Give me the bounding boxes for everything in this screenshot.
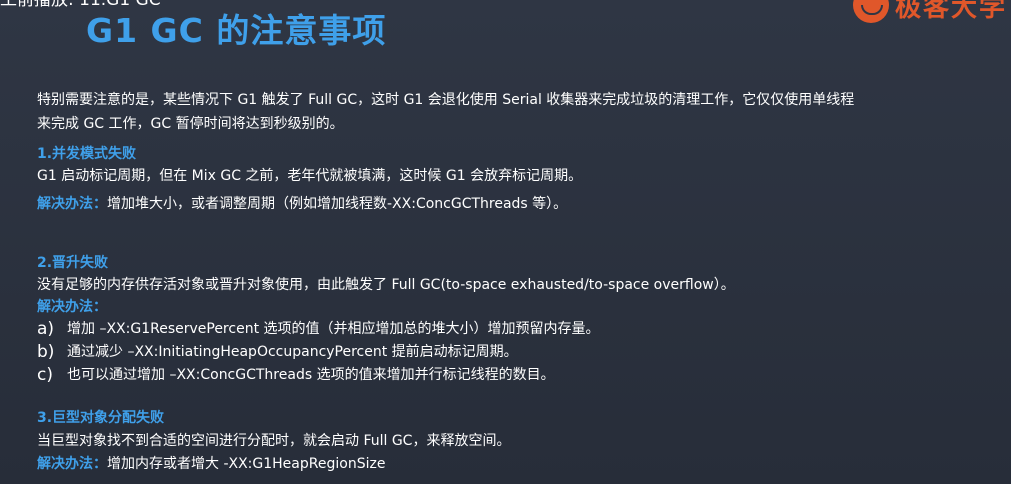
list-item-text: 增加 –XX:G1ReservePercent 选项的值（并相应增加总的堆大小）… [67, 321, 600, 337]
section-1-solution: 解决办法：增加堆大小，或者调整周期（例如增加线程数-XX:ConcGCThrea… [37, 193, 567, 216]
slide-title: G1 GC 的注意事项 [86, 11, 387, 50]
brand-logo-icon [852, 0, 889, 23]
brand: 极客大学 [852, 0, 1007, 23]
section-2-solution-label: 解决办法： [37, 299, 107, 315]
solution-text: 增加内存或者增大 -XX:G1HeapRegionSize [107, 456, 386, 472]
section-2-description: 没有足够的内存供存活对象或晋升对象使用，由此触发了 Full GC(to-spa… [37, 277, 735, 293]
section-3-description: 当巨型对象找不到合适的空间进行分配时，就会启动 Full GC，来释放空间。 [37, 433, 511, 449]
list-item: a) 增加 –XX:G1ReservePercent 选项的值（并相应增加总的堆… [37, 318, 600, 340]
list-item-text: 通过减少 –XX:InitiatingHeapOccupancyPercent … [67, 344, 518, 360]
list-marker: c) [37, 365, 53, 385]
section-2-heading: 2.晋升失败 [37, 255, 109, 271]
section-1-description: G1 启动标记周期，但在 Mix GC 之前，老年代就被填满，这时候 G1 会放… [37, 168, 583, 184]
solution-text: 增加堆大小，或者调整周期（例如增加线程数-XX:ConcGCThreads 等）… [107, 196, 568, 212]
list-item: b) 通过减少 –XX:InitiatingHeapOccupancyPerce… [37, 341, 518, 363]
list-marker: a) [37, 319, 55, 339]
intro-line-1: 特别需要注意的是，某些情况下 G1 触发了 Full GC，这时 G1 会退化使… [37, 92, 855, 108]
slide: 工前播放: 11.G1 GC 极客大学 G1 GC 的注意事项 特别需要注意的是… [0, 0, 1011, 484]
list-item-text: 也可以通过增加 –XX:ConcGCThreads 选项的值来增加并行标记线程的… [67, 367, 555, 383]
brand-name: 极客大学 [894, 0, 1007, 23]
list-marker: b) [37, 342, 55, 362]
section-1-heading: 1.并发模式失败 [37, 146, 137, 162]
list-item: c) 也可以通过增加 –XX:ConcGCThreads 选项的值来增加并行标记… [37, 364, 555, 386]
section-3-solution: 解决办法：增加内存或者增大 -XX:G1HeapRegionSize [37, 453, 385, 476]
section-3-heading: 3.巨型对象分配失败 [37, 410, 165, 426]
intro-line-2: 来完成 GC 工作，GC 暂停时间将达到秒级别的。 [37, 116, 344, 132]
solution-label: 解决办法： [37, 456, 107, 472]
solution-label: 解决办法： [37, 196, 107, 212]
